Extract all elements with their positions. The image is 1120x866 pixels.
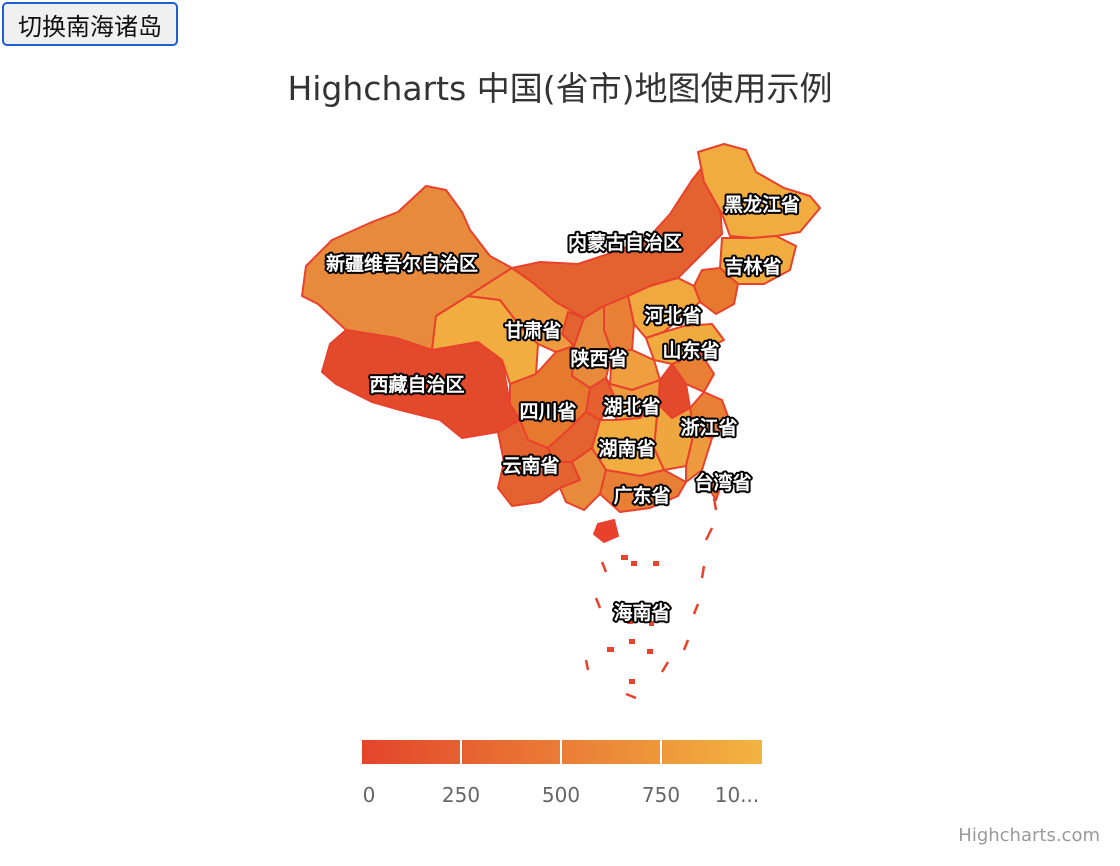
color-axis-tick: 250 — [442, 783, 480, 807]
label-sichuan: 四川省 — [519, 401, 576, 423]
label-taiwan: 台湾省 — [694, 471, 751, 494]
color-axis-tick: 750 — [642, 783, 680, 807]
label-zhejiang: 浙江省 — [680, 416, 737, 439]
color-axis-tick: 0 — [363, 783, 376, 807]
label-xinjiang: 新疆维吾尔自治区 — [326, 252, 478, 275]
label-hebei: 河北省 — [644, 305, 701, 327]
label-shandong: 山东省 — [662, 339, 719, 362]
label-yunnan: 云南省 — [502, 455, 559, 477]
color-axis-tick: 500 — [542, 783, 580, 807]
label-hainan: 海南省 — [613, 601, 670, 624]
credits-link[interactable]: Highcharts.com — [958, 825, 1100, 846]
label-shaanxi: 陕西省 — [570, 347, 627, 370]
label-gansu: 甘肃省 — [504, 319, 561, 342]
color-axis-legend: 0 250 500 750 10... — [362, 740, 762, 807]
label-neimenggu: 内蒙古自治区 — [568, 231, 682, 254]
label-hunan: 湖南省 — [598, 438, 655, 460]
china-map: 新疆维吾尔自治区 西藏自治区 内蒙古自治区 黑龙江省 吉林省 甘肃省 河北省 山… — [301, 143, 821, 807]
label-xizang: 西藏自治区 — [369, 373, 464, 396]
label-jilin: 吉林省 — [724, 255, 781, 278]
color-axis-tick: 10... — [715, 783, 760, 807]
label-heilongjiang: 黑龙江省 — [724, 193, 800, 216]
province-hainan[interactable] — [593, 519, 619, 543]
label-hubei: 湖北省 — [603, 396, 660, 418]
label-guangdong: 广东省 — [613, 484, 670, 507]
